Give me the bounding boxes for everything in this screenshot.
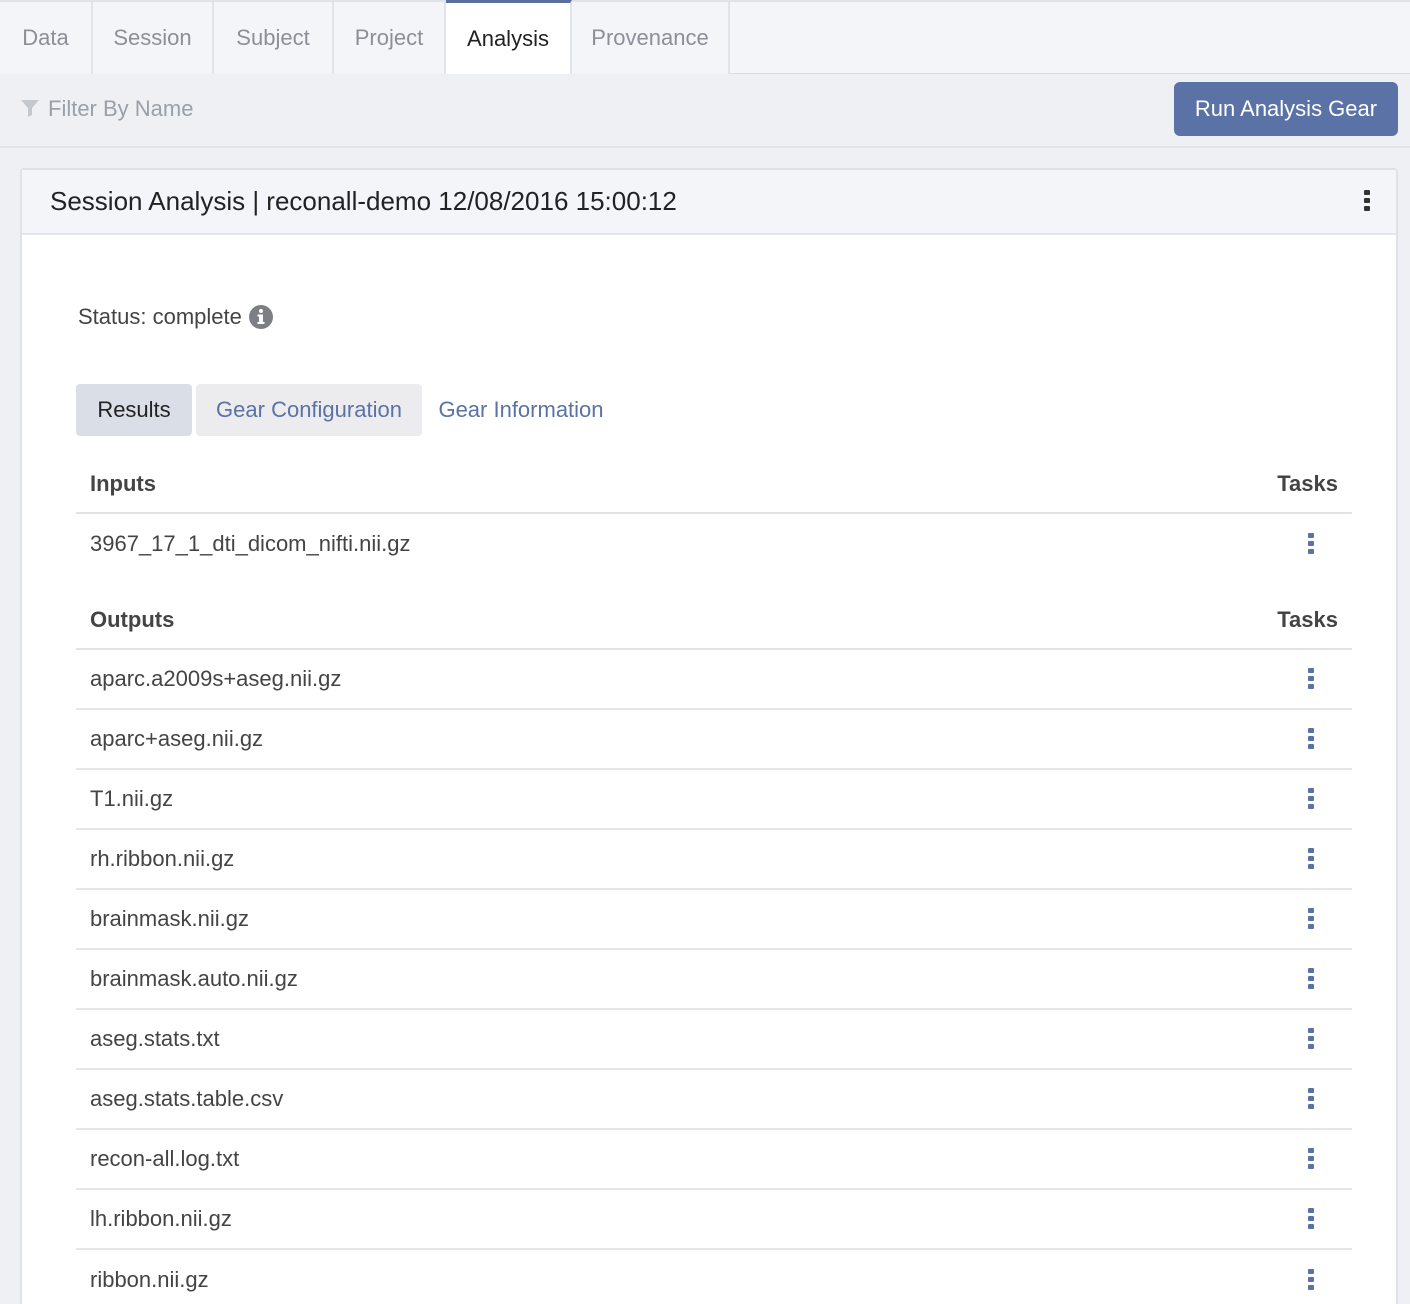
tab-data[interactable]: Data	[0, 2, 93, 74]
output-file-menu-icon[interactable]	[1306, 726, 1316, 752]
tab-session[interactable]: Session	[93, 2, 214, 74]
output-file-menu-icon[interactable]	[1306, 1146, 1316, 1172]
output-file-row: T1.nii.gz	[76, 770, 1352, 830]
inputs-header: Inputs Tasks	[76, 456, 1352, 514]
output-file-name[interactable]: recon-all.log.txt	[90, 1146, 239, 1172]
output-file-row: brainmask.auto.nii.gz	[76, 950, 1352, 1010]
output-file-name[interactable]: brainmask.auto.nii.gz	[90, 966, 298, 992]
output-file-menu-icon[interactable]	[1306, 786, 1316, 812]
output-file-row: aseg.stats.txt	[76, 1010, 1352, 1070]
subtab-results[interactable]: Results	[76, 384, 192, 436]
filter-icon	[21, 100, 39, 117]
output-file-menu-icon[interactable]	[1306, 1206, 1316, 1232]
info-icon[interactable]	[248, 304, 274, 330]
status-text: Status: complete	[78, 304, 242, 329]
subtab-gear-information[interactable]: Gear Information	[426, 384, 616, 436]
output-file-name[interactable]: aseg.stats.txt	[90, 1026, 220, 1052]
output-file-name[interactable]: rh.ribbon.nii.gz	[90, 846, 234, 872]
outputs-tasks-header: Tasks	[1277, 607, 1338, 632]
output-file-name[interactable]: T1.nii.gz	[90, 786, 173, 812]
output-file-menu-icon[interactable]	[1306, 666, 1316, 692]
run-analysis-gear-button[interactable]: Run Analysis Gear	[1174, 82, 1398, 136]
card-menu-icon[interactable]	[1362, 188, 1372, 214]
app: Data Session Subject Project Analysis Pr…	[0, 0, 1410, 1304]
input-file-menu-icon[interactable]	[1306, 531, 1316, 557]
output-file-row: brainmask.nii.gz	[76, 890, 1352, 950]
output-file-name[interactable]: aparc+aseg.nii.gz	[90, 726, 263, 752]
outputs-title: Outputs	[90, 607, 175, 632]
tab-project[interactable]: Project	[334, 2, 446, 74]
filter-bar: Run Analysis Gear	[0, 74, 1410, 148]
output-file-menu-icon[interactable]	[1306, 966, 1316, 992]
output-file-name[interactable]: ribbon.nii.gz	[90, 1267, 209, 1293]
output-file-row: ribbon.nii.gz	[76, 1250, 1352, 1304]
inputs-section: Inputs Tasks 3967_17_1_dti_dicom_nifti.n…	[76, 456, 1352, 574]
output-file-row: lh.ribbon.nii.gz	[76, 1190, 1352, 1250]
tab-subject[interactable]: Subject	[214, 2, 334, 74]
tab-provenance[interactable]: Provenance	[572, 2, 730, 74]
tab-analysis[interactable]: Analysis	[446, 0, 572, 75]
card-header: Session Analysis | reconall-demo 12/08/2…	[22, 170, 1396, 235]
outputs-header: Outputs Tasks	[76, 592, 1352, 650]
card-title: Session Analysis | reconall-demo 12/08/2…	[50, 186, 677, 216]
input-file-name[interactable]: 3967_17_1_dti_dicom_nifti.nii.gz	[90, 531, 410, 557]
tabs: Data Session Subject Project Analysis Pr…	[0, 0, 1410, 75]
inputs-title: Inputs	[90, 471, 156, 496]
output-file-name[interactable]: brainmask.nii.gz	[90, 906, 249, 932]
tab-bar: Data Session Subject Project Analysis Pr…	[0, 0, 1410, 75]
output-file-menu-icon[interactable]	[1306, 1267, 1316, 1293]
output-file-row: aparc.a2009s+aseg.nii.gz	[76, 650, 1352, 710]
output-file-name[interactable]: aparc.a2009s+aseg.nii.gz	[90, 666, 341, 692]
inputs-tasks-header: Tasks	[1277, 471, 1338, 496]
output-file-row: recon-all.log.txt	[76, 1130, 1352, 1190]
output-file-menu-icon[interactable]	[1306, 846, 1316, 872]
analysis-card: Session Analysis | reconall-demo 12/08/2…	[20, 168, 1398, 1304]
status-line: Status: complete	[78, 304, 274, 330]
input-file-row: 3967_17_1_dti_dicom_nifti.nii.gz	[76, 514, 1352, 574]
output-file-menu-icon[interactable]	[1306, 1086, 1316, 1112]
output-file-menu-icon[interactable]	[1306, 1026, 1316, 1052]
subtab-gear-configuration[interactable]: Gear Configuration	[196, 384, 422, 436]
outputs-section: Outputs Tasks aparc.a2009s+aseg.nii.gz a…	[76, 592, 1352, 1304]
sub-tabs: Results Gear Configuration Gear Informat…	[76, 384, 620, 438]
filter-input[interactable]	[48, 92, 548, 126]
output-file-name[interactable]: aseg.stats.table.csv	[90, 1086, 283, 1112]
output-file-row: aseg.stats.table.csv	[76, 1070, 1352, 1130]
output-file-name[interactable]: lh.ribbon.nii.gz	[90, 1206, 232, 1232]
output-file-row: aparc+aseg.nii.gz	[76, 710, 1352, 770]
output-file-row: rh.ribbon.nii.gz	[76, 830, 1352, 890]
output-file-menu-icon[interactable]	[1306, 906, 1316, 932]
